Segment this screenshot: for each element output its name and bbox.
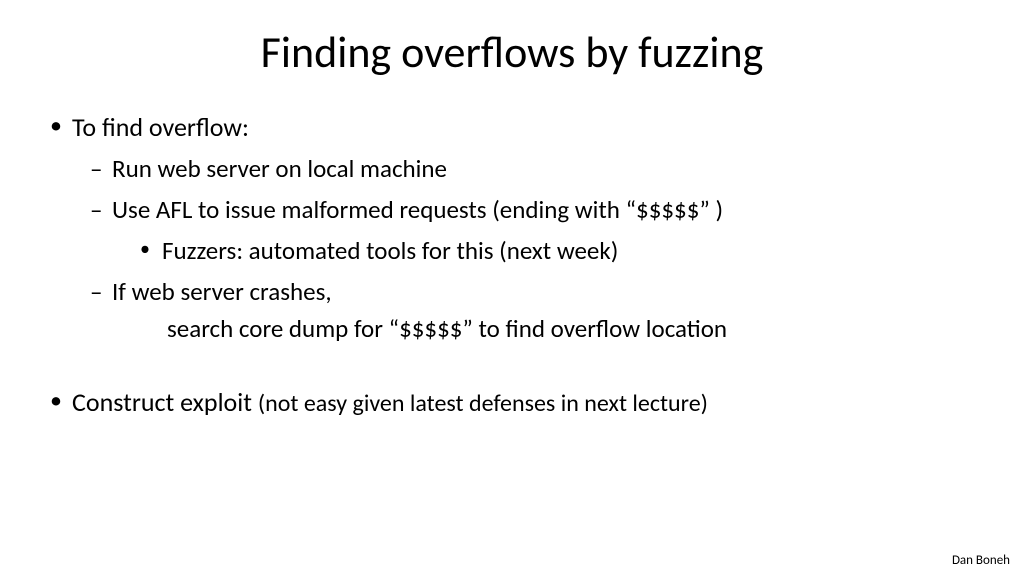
bullet-use-afl: Use AFL to issue malformed requests (end… — [90, 192, 984, 268]
bullet-note: (not easy given latest defenses in next … — [258, 389, 708, 418]
bullet-list-level1: To find overflow: Run web server on loca… — [40, 109, 984, 346]
bullet-text: To find overflow: — [72, 111, 249, 143]
bullet-run-webserver: Run web server on local machine — [90, 151, 984, 186]
bullet-search-coredump: search core dump for “$$$$$” to find ove… — [112, 311, 984, 346]
slide-title: Finding overflows by fuzzing — [40, 25, 984, 79]
slide-content: To find overflow: Run web server on loca… — [40, 109, 984, 421]
bullet-list-level2: Run web server on local machine Use AFL … — [72, 151, 984, 346]
bullet-construct-exploit: Construct exploit (not easy given latest… — [50, 384, 984, 421]
bullet-text: Construct exploit — [72, 386, 258, 418]
bullet-list-level3: Fuzzers: automated tools for this (next … — [112, 233, 984, 268]
bullet-text: If web server crashes, — [112, 276, 332, 307]
bullet-if-crashes: If web server crashes, search core dump … — [90, 274, 984, 346]
bullet-fuzzers: Fuzzers: automated tools for this (next … — [140, 233, 984, 268]
slide: Finding overflows by fuzzing To find ove… — [0, 0, 1024, 449]
bullet-to-find-overflow: To find overflow: Run web server on loca… — [50, 109, 984, 346]
spacer — [40, 354, 984, 384]
bullet-text: Use AFL to issue malformed requests (end… — [112, 194, 723, 225]
author-credit: Dan Boneh — [952, 553, 1010, 568]
bullet-list-level1-second: Construct exploit (not easy given latest… — [40, 384, 984, 421]
